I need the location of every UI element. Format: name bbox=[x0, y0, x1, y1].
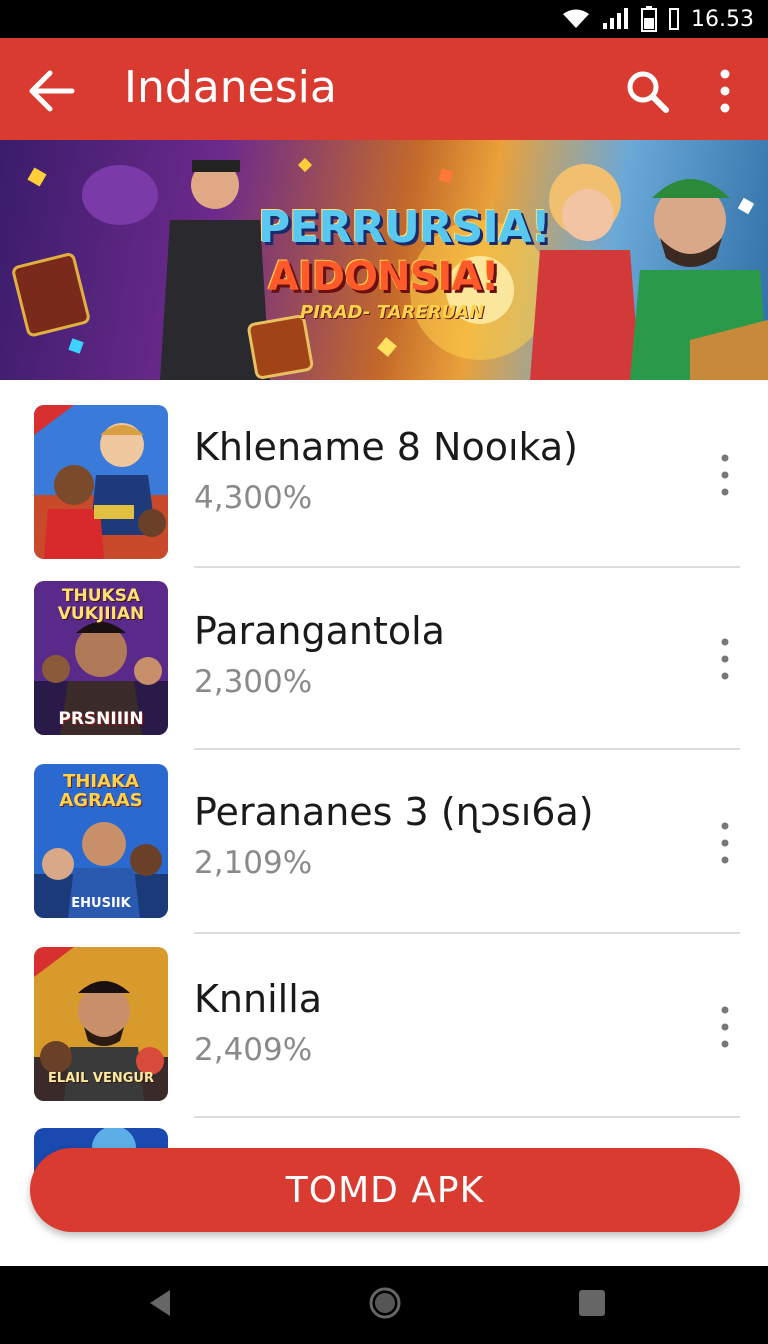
banner-tagline: PIRAD- TARERUAN bbox=[300, 302, 485, 323]
system-nav-bar bbox=[0, 1266, 768, 1344]
list-item[interactable]: ELAIL VENGUR Knnilla 2,409% bbox=[0, 932, 768, 1118]
app-percentage: 2,109% bbox=[194, 845, 313, 881]
download-apk-label: TOMD APK bbox=[285, 1169, 485, 1211]
app-thumbnail: THUKSA VUKJIIAN PRSNIIIN bbox=[34, 581, 168, 735]
thumbnail-caption: EHUSIIK bbox=[71, 896, 131, 911]
back-arrow-icon[interactable] bbox=[28, 69, 76, 113]
item-overflow-icon[interactable] bbox=[712, 636, 738, 682]
wifi-icon bbox=[563, 9, 590, 28]
app-thumbnail bbox=[34, 405, 168, 559]
nav-recents-icon[interactable] bbox=[577, 1288, 607, 1318]
app-title: Perananes 3 (ɳɔsı6a) bbox=[194, 790, 594, 834]
banner-subheadline: AIDONSIA! bbox=[268, 254, 499, 300]
vibrate-icon bbox=[669, 8, 680, 30]
item-overflow-icon[interactable] bbox=[712, 452, 738, 498]
list-item[interactable]: THIAKA AGRAAS EHUSIIK Perananes 3 (ɳɔsı6… bbox=[0, 748, 768, 934]
item-overflow-icon[interactable] bbox=[712, 820, 738, 866]
thumbnail-caption: ELAIL VENGUR bbox=[48, 1071, 154, 1086]
app-title: Parangantola bbox=[194, 609, 445, 653]
promo-banner[interactable]: PERRURSIA! AIDONSIA! PIRAD- TARERUAN bbox=[0, 140, 768, 380]
app-percentage: 4,300% bbox=[194, 480, 313, 516]
app-percentage: 2,300% bbox=[194, 664, 313, 700]
download-apk-button[interactable]: TOMD APK bbox=[30, 1148, 740, 1232]
app-title: Khlename 8 Nooıka) bbox=[194, 425, 578, 469]
list-item[interactable]: THUKSA VUKJIIAN PRSNIIIN Parangantola 2,… bbox=[0, 564, 768, 750]
nav-home-icon[interactable] bbox=[368, 1286, 402, 1320]
app-percentage: 2,409% bbox=[194, 1032, 313, 1068]
search-icon[interactable] bbox=[624, 68, 670, 114]
nav-back-icon[interactable] bbox=[146, 1288, 174, 1318]
thumbnail-caption: THIAKA AGRAAS bbox=[59, 771, 143, 811]
app-bar: Indanesia bbox=[0, 38, 768, 140]
battery-icon bbox=[641, 6, 658, 32]
app-title: Knnilla bbox=[194, 977, 323, 1021]
thumbnail-caption: THUKSA VUKJIIAN bbox=[57, 586, 145, 624]
thumbnail-caption: PRSNIIIN bbox=[58, 709, 144, 729]
app-thumbnail: THIAKA AGRAAS EHUSIIK bbox=[34, 764, 168, 918]
banner-headline: PERRURSIA! bbox=[258, 202, 551, 253]
list-item[interactable]: Khlename 8 Nooıka) 4,300% bbox=[0, 380, 768, 568]
item-overflow-icon[interactable] bbox=[712, 1004, 738, 1050]
app-thumbnail: ELAIL VENGUR bbox=[34, 947, 168, 1101]
status-time: 16.53 bbox=[691, 6, 754, 32]
overflow-menu-icon[interactable] bbox=[712, 68, 738, 114]
page-title: Indanesia bbox=[124, 62, 337, 113]
signal-icon bbox=[603, 8, 629, 29]
status-bar: 16.53 bbox=[0, 0, 768, 38]
